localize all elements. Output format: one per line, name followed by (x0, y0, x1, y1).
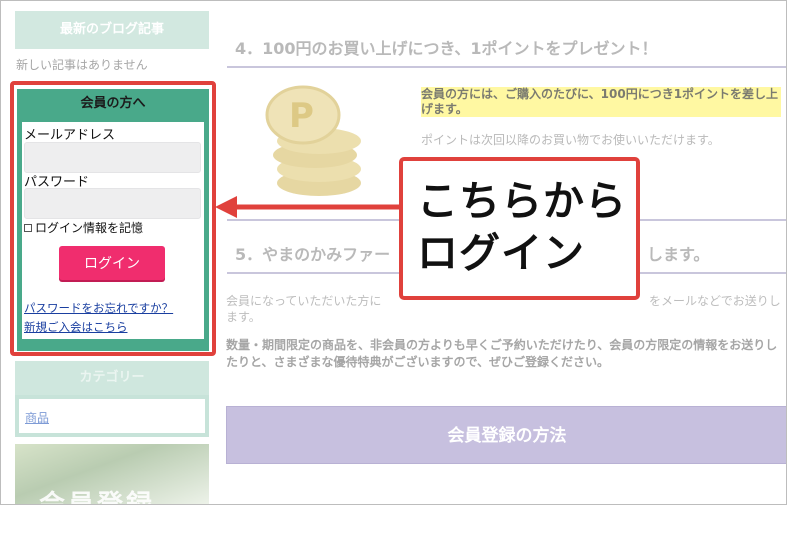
section5-heading: 5．やまのかみファー (235, 245, 391, 264)
section-divider (227, 66, 786, 68)
callout-line-2: ログイン (417, 229, 585, 277)
register-method-heading[interactable]: 会員登録の方法 (226, 406, 786, 464)
category-heading: カテゴリー (15, 361, 209, 395)
callout-line-1: こちらから (417, 177, 627, 225)
blog-empty-text: 新しい記事はありません (16, 58, 148, 72)
arrow-left-icon (215, 196, 405, 218)
points-highlight: 会員の方には、ご購入のたびに、100円につき1ポイントを差し上げます。 (421, 87, 781, 117)
point-coins-icon: P (265, 85, 361, 196)
member-banner[interactable]: 会員登録 (15, 444, 209, 505)
section5-heading-end: します。 (647, 245, 710, 264)
banner-text: 会員登録 (39, 490, 156, 505)
svg-text:P: P (289, 96, 314, 136)
login-callout: こちらから ログイン (399, 157, 640, 300)
category-item[interactable]: 商品 (25, 411, 49, 425)
benefit-paragraph: 数量・期間限定の商品を、非会員の方よりも早くご予約いただけたり、会員の方限定の情… (226, 338, 778, 369)
benefit-text-start: 会員になっていただいた方に (226, 294, 382, 308)
benefit-text-tail: ます。 (226, 310, 261, 324)
login-highlight-frame (10, 81, 216, 356)
blog-heading: 最新のブログ記事 (15, 11, 209, 49)
screenshot-frame: 最新のブログ記事 新しい記事はありません 会員の方へ メールアドレス パスワード… (0, 0, 787, 505)
points-note: ポイントは次回以降のお買い物でお使いいただけます。 (421, 133, 720, 147)
benefit-text-end: をメールなどでお送りし (649, 294, 781, 308)
category-list: 商品 (15, 395, 209, 437)
section4-heading: 4．100円のお買い上げにつき、1ポイントをプレゼント！ (235, 39, 658, 58)
category-list-inner: 商品 (19, 399, 205, 433)
